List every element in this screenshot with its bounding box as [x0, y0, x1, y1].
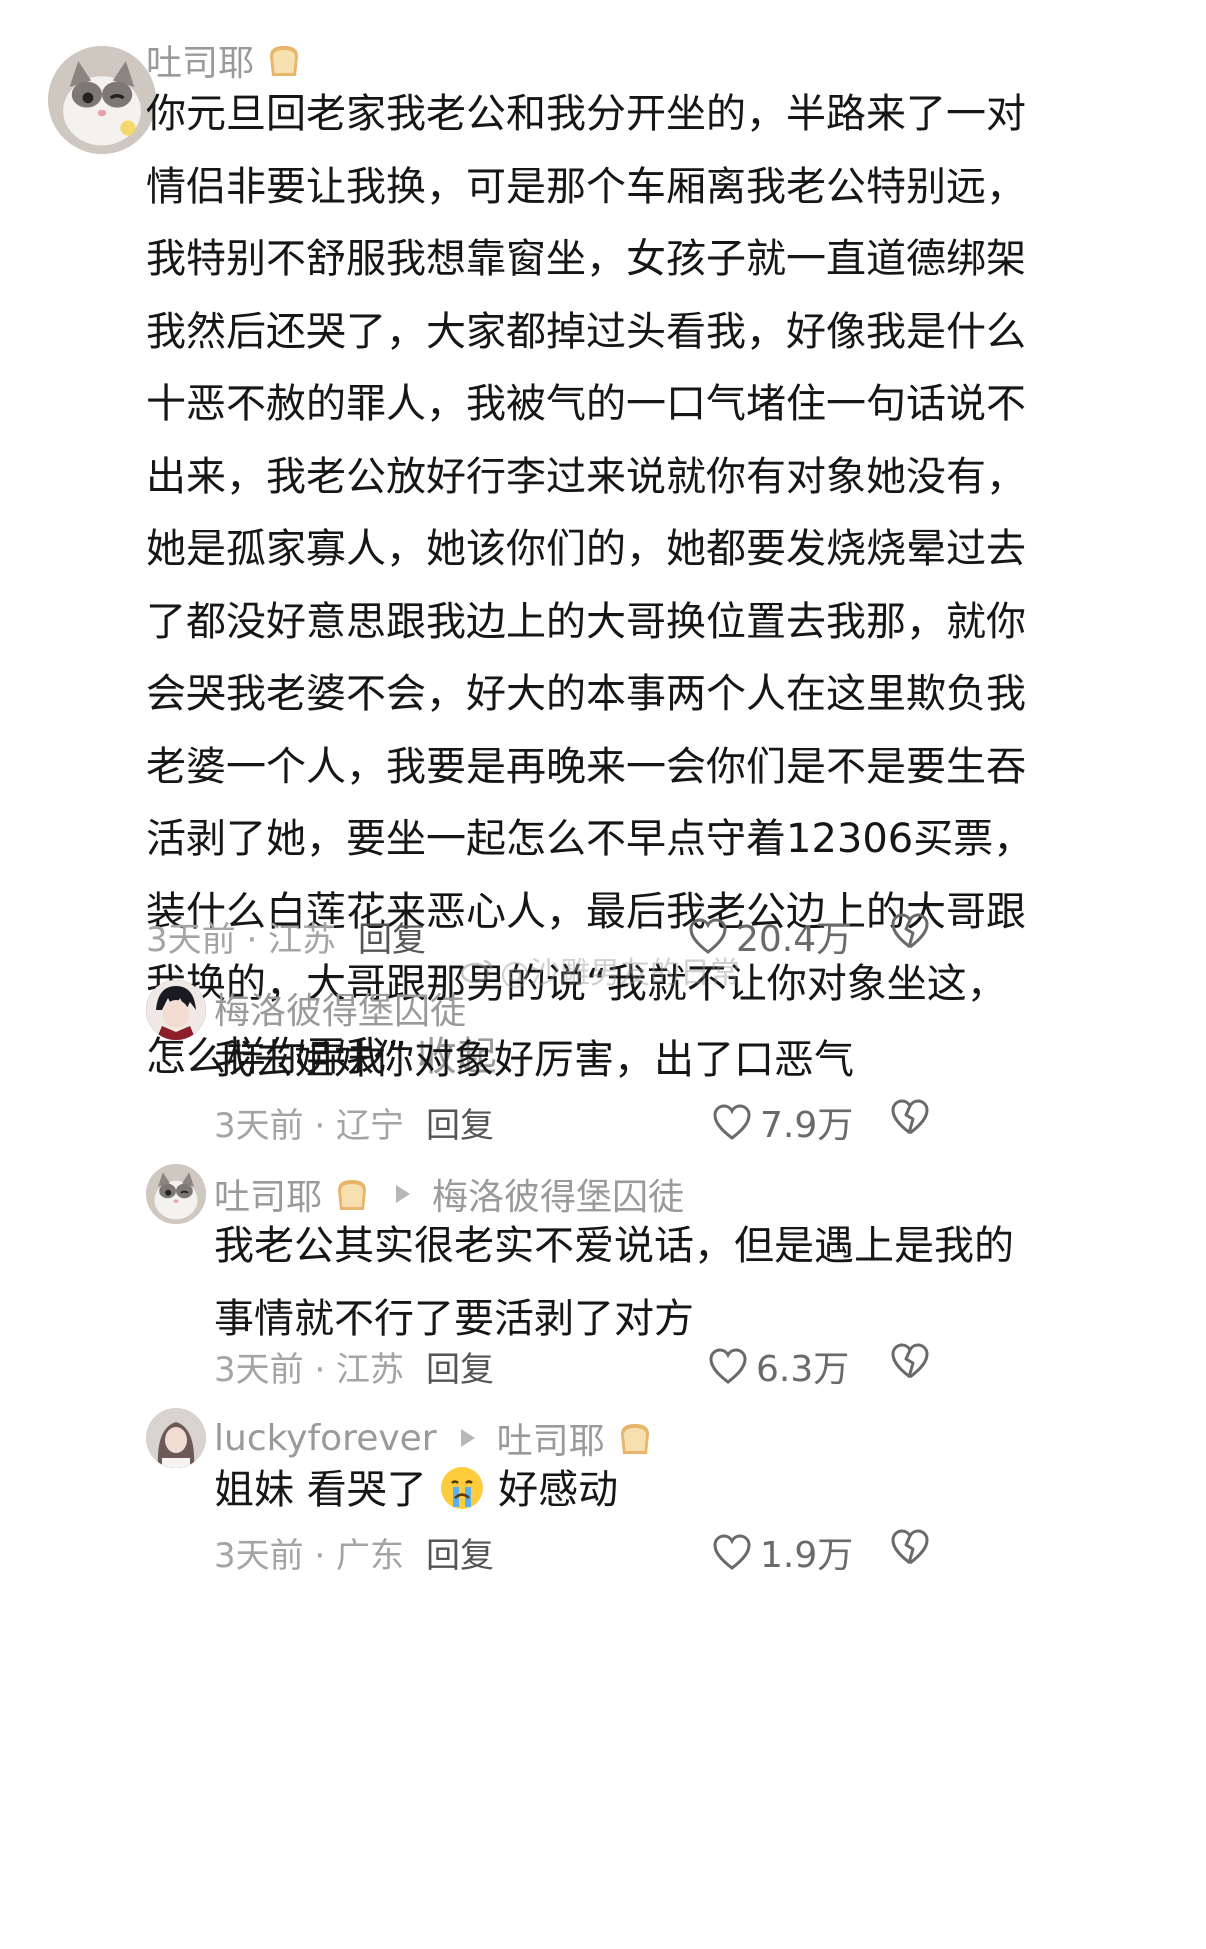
- body-line: 我然后还哭了，大家都掉过头看我，好像我是什么: [146, 308, 1026, 355]
- body-text-suffix: 好感动: [498, 1467, 619, 1513]
- like-count: 1.9万: [760, 1535, 854, 1576]
- body-line: 你元旦回老家我老公和我分开坐的，半路来了一对: [146, 91, 1026, 137]
- comment-meta: 3天前 · 江苏: [146, 920, 337, 960]
- body-line: 情侣非要让我换，可是那个车厢离我老公特别远，: [146, 163, 1026, 210]
- body-line: 她是孤家寡人，她该你们的，她都要发烧烧晕过去: [146, 526, 1026, 572]
- body-line: 会哭我老婆不会，好大的本事两个人在这里欺负我: [146, 671, 1026, 717]
- body-line: 我特别不舒服我想靠窗坐，女孩子就一直道德绑架: [146, 236, 1026, 282]
- comment-meta: 3天前 · 江苏: [214, 1350, 405, 1390]
- comment-meta: 3天前 · 辽宁: [214, 1106, 405, 1146]
- body-line: 了都没好意思跟我边上的大哥换位置去我那，就你: [146, 598, 1026, 645]
- watermark-text: @沙雕男友的日常: [500, 956, 740, 991]
- heart-outline-icon: [712, 1103, 752, 1141]
- body-line: 活剥了她，要坐一起怎么不早点守着12306买票，: [146, 816, 1034, 862]
- comment-body: 姐妹 看哭了 好感动: [214, 1454, 618, 1527]
- avatar-cat[interactable]: [48, 46, 156, 154]
- reply-button[interactable]: 回复: [426, 1528, 494, 1577]
- reply-button[interactable]: 回复: [426, 1098, 494, 1147]
- like-count: 6.3万: [756, 1349, 850, 1390]
- author-name-text: luckyforever: [214, 1417, 437, 1459]
- anime-avatar-icon: [146, 980, 206, 1040]
- reply-arrow-icon: [460, 1429, 475, 1447]
- body-line: 我去姐妹你对象好厉害，出了口恶气: [214, 1037, 854, 1083]
- avatar-cat[interactable]: [146, 1164, 206, 1224]
- watermark: @沙雕男友的日常: [460, 948, 740, 992]
- reply-button[interactable]: 回复: [358, 912, 426, 961]
- like-count: 7.9万: [760, 1105, 854, 1146]
- broken-heart-icon[interactable]: [890, 912, 930, 950]
- body-line: 十恶不赦的罪人，我被气的一口气堵住一句话说不: [146, 381, 1026, 427]
- bread-emoji-icon: [620, 1424, 649, 1454]
- heart-outline-icon: [708, 1347, 748, 1385]
- avatar-anime[interactable]: [146, 980, 206, 1040]
- body-line: 老婆一个人，我要是再晚来一会你们是不是要生吞: [146, 743, 1026, 790]
- heart-outline-icon: [712, 1533, 752, 1571]
- broken-heart-icon[interactable]: [890, 1098, 930, 1136]
- comment-body: 我去姐妹你对象好厉害，出了口恶气: [214, 1024, 854, 1097]
- like-button[interactable]: 1.9万: [712, 1526, 853, 1578]
- like-button[interactable]: 6.3万: [708, 1340, 849, 1392]
- broken-heart-icon[interactable]: [890, 1528, 930, 1566]
- cat-avatar-icon: [48, 46, 156, 154]
- reply-arrow-icon: [396, 1185, 411, 1203]
- girl-avatar-icon: [146, 1408, 206, 1468]
- broken-heart-icon[interactable]: [890, 1342, 930, 1380]
- weibo-logo-icon: [460, 959, 493, 983]
- body-line: 我老公其实很老实不爱说话，但是遇上是我的: [214, 1223, 1014, 1269]
- body-line: 出来，我老公放好行李过来说就你有对象她没有，: [146, 453, 1026, 500]
- avatar-photo[interactable]: [146, 1408, 206, 1468]
- cat-avatar-icon: [146, 1164, 206, 1224]
- like-button[interactable]: 7.9万: [712, 1096, 853, 1148]
- reply-button[interactable]: 回复: [426, 1342, 494, 1391]
- comment-meta: 3天前 · 广东: [214, 1536, 405, 1576]
- bread-emoji-icon: [338, 1180, 367, 1210]
- like-count: 20.4万: [736, 919, 853, 960]
- bread-emoji-icon: [270, 46, 299, 76]
- body-text-prefix: 姐妹 看哭了: [214, 1467, 427, 1513]
- crying-face-emoji-icon: [441, 1467, 484, 1509]
- comment-body: 我老公其实很老实不爱说话，但是遇上是我的 事情就不行了要活剥了对方: [214, 1210, 1014, 1355]
